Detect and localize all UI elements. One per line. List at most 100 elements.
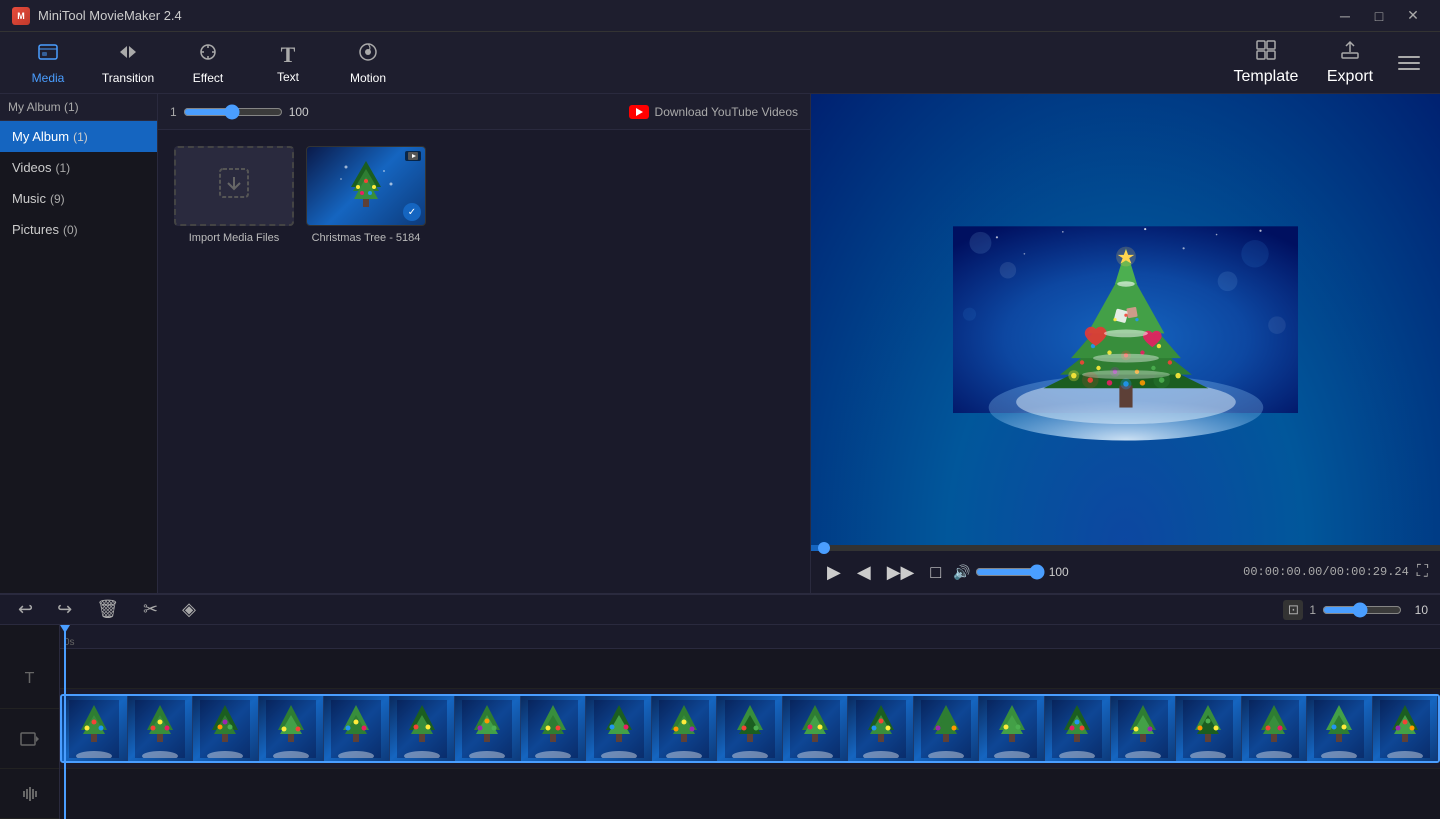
import-media-card[interactable]: Import Media Files <box>174 146 294 244</box>
time-display: 00:00:00.00/00:00:29.24 <box>1243 565 1409 579</box>
volume-container: 🔊 100 <box>953 564 1068 581</box>
motion-icon <box>357 41 379 69</box>
playhead[interactable] <box>64 625 66 819</box>
preview-controls: ▶ ◀ ▶▶ □ 🔊 100 00:00:00.00/00:00:29.24 ⛶ <box>811 551 1440 593</box>
text-track <box>60 649 1440 689</box>
toolbar-export[interactable]: Export <box>1310 33 1390 93</box>
seekbar-track[interactable] <box>811 545 1440 551</box>
toolbar-motion[interactable]: Motion <box>328 33 408 93</box>
zoom-min-label: 1 <box>1309 603 1316 617</box>
time-current: 00:00:00.00 <box>1243 565 1322 579</box>
timeline-ruler: 0s <box>60 625 1440 649</box>
preview-video <box>811 94 1440 545</box>
seekbar-thumb[interactable] <box>818 542 830 554</box>
strip-frame <box>1045 696 1111 761</box>
strip-frame <box>455 696 521 761</box>
sidebar: My Album (1) My Album (1) Videos (1) Mus… <box>0 94 158 593</box>
maximize-button[interactable]: □ <box>1364 5 1394 27</box>
zoom-slider[interactable] <box>183 104 283 120</box>
video-card[interactable]: ✓ Christmas Tree - 5184 <box>306 146 426 244</box>
delete-button[interactable]: 🗑 <box>90 595 125 624</box>
strip-frame <box>259 696 325 761</box>
youtube-label: Download YouTube Videos <box>655 105 798 119</box>
detach-button[interactable]: ◈ <box>176 595 202 624</box>
undo-button[interactable]: ↩ <box>12 595 39 624</box>
sidebar-item-pictures[interactable]: Pictures (0) <box>0 214 157 245</box>
zoom-slider-container: 1 100 <box>170 104 309 120</box>
video-badge <box>405 151 421 161</box>
close-button[interactable]: ✕ <box>1398 5 1428 27</box>
time-total: 00:00:29.24 <box>1330 565 1409 579</box>
next-frame-button[interactable]: ▶▶ <box>883 558 919 587</box>
timeline: ↩ ↪ 🗑 ✂ ◈ ⊡ 1 10 T 0s <box>0 593 1440 813</box>
strip-frame <box>979 696 1045 761</box>
volume-icon: 🔊 <box>953 564 970 581</box>
volume-slider[interactable] <box>975 564 1045 580</box>
video-thumb[interactable]: ✓ <box>306 146 426 226</box>
strip-frame <box>1307 696 1373 761</box>
track-labels: T <box>0 625 60 819</box>
toolbar-media[interactable]: Media <box>8 33 88 93</box>
timeline-content: T 0s <box>0 625 1440 819</box>
text-track-label: T <box>0 649 59 709</box>
timeline-zoom-slider[interactable] <box>1322 602 1402 618</box>
media-icon <box>37 41 59 69</box>
fullscreen-button[interactable]: ⛶ <box>1417 563 1428 581</box>
strip-frame <box>652 696 718 761</box>
music-label: Music <box>12 191 46 206</box>
video-track[interactable] <box>60 689 1440 769</box>
media-grid: Import Media Files <box>158 130 810 593</box>
my-album-count: (1) <box>73 130 88 144</box>
media-toolbar: 1 100 Download YouTube Videos <box>158 94 810 130</box>
strip-frame <box>1373 696 1439 761</box>
menu-line-3 <box>1398 68 1420 70</box>
sidebar-header: My Album (1) <box>0 94 157 121</box>
youtube-play-icon <box>636 108 643 116</box>
transition-label: Transition <box>102 71 154 85</box>
zoom-container: ⊡ 1 10 <box>1283 600 1428 620</box>
template-icon <box>1255 39 1277 66</box>
preview-seekbar[interactable] <box>811 545 1440 551</box>
hamburger-menu[interactable] <box>1394 48 1424 78</box>
timeline-toolbar: ↩ ↪ 🗑 ✂ ◈ ⊡ 1 10 <box>0 595 1440 625</box>
sidebar-item-videos[interactable]: Videos (1) <box>0 152 157 183</box>
export-icon <box>1339 39 1361 66</box>
tree-preview <box>811 94 1440 545</box>
zoom-value-label: 100 <box>289 105 309 119</box>
video-selected-check: ✓ <box>403 203 421 221</box>
music-count: (9) <box>50 192 65 206</box>
toolbar-effect[interactable]: Effect <box>168 33 248 93</box>
preview-tree-svg <box>953 128 1299 511</box>
strip-frame <box>324 696 390 761</box>
import-label: Import Media Files <box>189 232 279 244</box>
prev-frame-button[interactable]: ◀ <box>853 558 875 587</box>
redo-button[interactable]: ↪ <box>51 595 78 624</box>
strip-frame <box>62 696 128 761</box>
import-thumb[interactable] <box>174 146 294 226</box>
youtube-download-button[interactable]: Download YouTube Videos <box>629 105 798 119</box>
toolbar-template[interactable]: Template <box>1226 33 1306 93</box>
videos-label: Videos <box>12 160 52 175</box>
strip-frame <box>1111 696 1177 761</box>
export-label: Export <box>1327 68 1373 86</box>
minimize-button[interactable]: ─ <box>1330 5 1360 27</box>
zoom-fit-button[interactable]: ⊡ <box>1283 600 1303 620</box>
cut-button[interactable]: ✂ <box>137 595 164 624</box>
preview-area: ▶ ◀ ▶▶ □ 🔊 100 00:00:00.00/00:00:29.24 ⛶ <box>810 94 1440 593</box>
sidebar-item-music[interactable]: Music (9) <box>0 183 157 214</box>
strip-frame <box>783 696 849 761</box>
fullscreen-toggle-button[interactable]: □ <box>926 558 945 587</box>
play-button[interactable]: ▶ <box>823 558 845 587</box>
strip-frame <box>521 696 587 761</box>
toolbar-text[interactable]: T Text <box>248 33 328 93</box>
pictures-label: Pictures <box>12 222 59 237</box>
zoom-value: 10 <box>1408 603 1428 617</box>
strip-frame <box>390 696 456 761</box>
text-label: Text <box>277 70 299 84</box>
strip-frame <box>848 696 914 761</box>
motion-label: Motion <box>350 71 386 85</box>
menu-line-1 <box>1398 56 1420 58</box>
toolbar-transition[interactable]: Transition <box>88 33 168 93</box>
strip-frame <box>193 696 259 761</box>
sidebar-item-my-album[interactable]: My Album (1) <box>0 121 157 152</box>
